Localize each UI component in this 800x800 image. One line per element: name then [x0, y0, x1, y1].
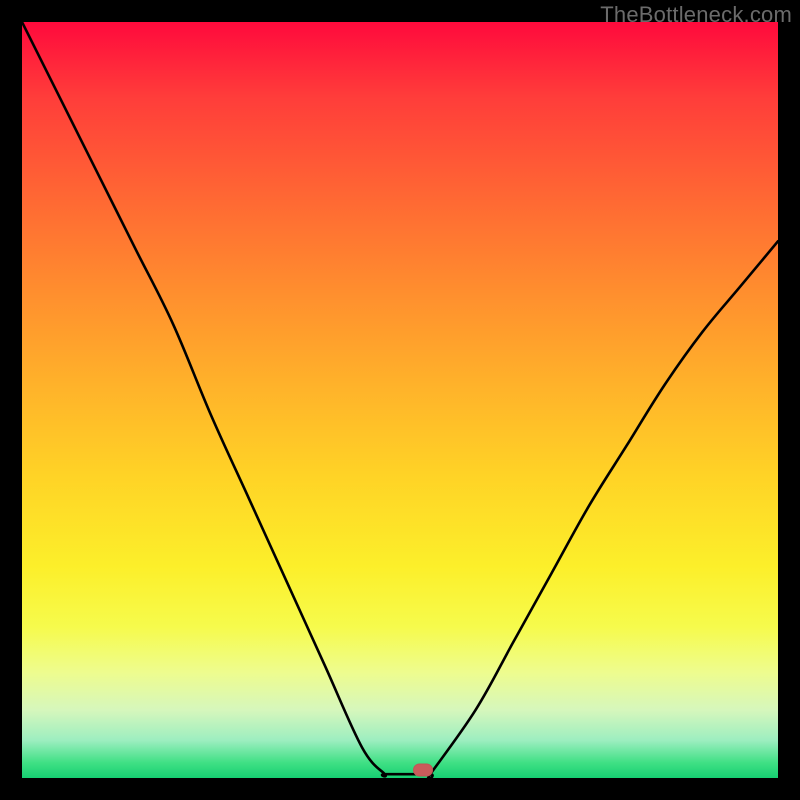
plot-area	[22, 22, 778, 778]
watermark-text: TheBottleneck.com	[600, 2, 792, 28]
curve-path	[22, 22, 778, 778]
optimal-point-marker	[413, 764, 433, 777]
bottleneck-curve	[22, 22, 778, 778]
chart-frame: TheBottleneck.com	[0, 0, 800, 800]
